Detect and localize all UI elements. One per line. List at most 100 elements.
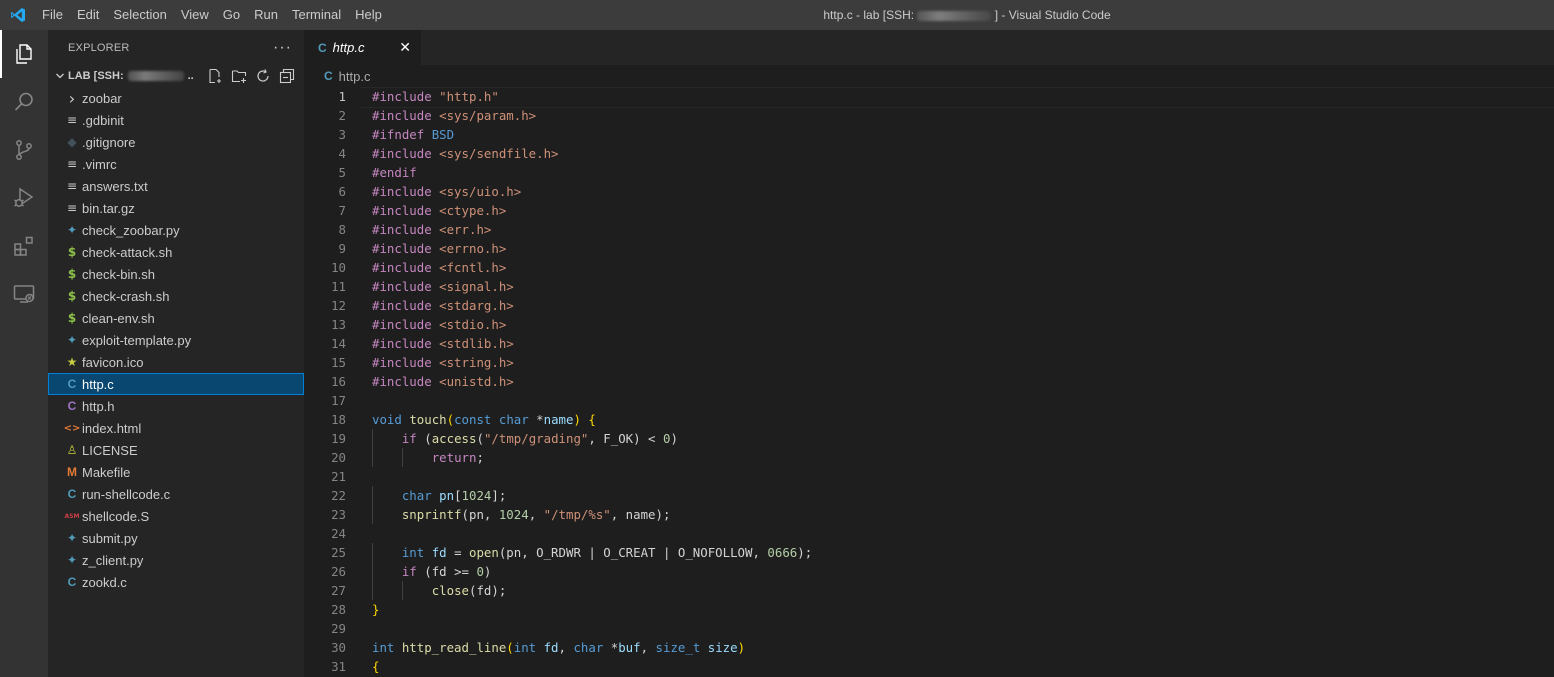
code-token: #include	[372, 374, 440, 389]
file-name: http.h	[82, 398, 115, 414]
menu-help[interactable]: Help	[348, 0, 389, 30]
breadcrumb-item[interactable]: http.c	[339, 69, 371, 84]
line-text: #include <signal.h>	[372, 277, 514, 296]
code-line: 26 if (fd >= 0)	[304, 562, 1554, 581]
file-item[interactable]: $ clean-env.sh	[48, 307, 304, 329]
code-line: 19 if (access("/tmp/grading", F_OK) < 0)	[304, 429, 1554, 448]
code-line: 1 #include "http.h"	[304, 87, 1554, 108]
line-text: char pn[1024];	[372, 486, 506, 505]
file-name: z_client.py	[82, 552, 144, 568]
file-item[interactable]: Czookd.c	[48, 571, 304, 593]
file-item[interactable]: $ check-attack.sh	[48, 241, 304, 263]
search-icon[interactable]	[0, 78, 48, 126]
explorer-icon[interactable]	[0, 30, 48, 78]
file-item[interactable]: ≡ answers.txt	[48, 175, 304, 197]
code-token: <ctype.h>	[439, 203, 507, 218]
file-item[interactable]: ✦ check_zoobar.py	[48, 219, 304, 241]
new-folder-icon[interactable]	[230, 67, 248, 85]
run-debug-icon[interactable]	[0, 174, 48, 222]
tab-http-c[interactable]: C http.c ✕	[304, 30, 421, 65]
line-number: 24	[331, 526, 346, 541]
line-text: {	[372, 657, 379, 676]
file-name: http.c	[82, 376, 114, 392]
refresh-icon[interactable]	[254, 67, 272, 85]
code-token: (pn, O_RDWR | O_CREAT | O_NOFOLLOW,	[498, 545, 768, 560]
code-line: 3 #ifndef BSD	[304, 125, 1554, 144]
file-item[interactable]: ★ favicon.ico	[48, 351, 304, 373]
file-item[interactable]: ✦ z_client.py	[48, 549, 304, 571]
file-name: check-crash.sh	[82, 288, 170, 304]
file-item[interactable]: ✦ submit.py	[48, 527, 304, 549]
code-token: ,	[558, 640, 574, 655]
menu-file[interactable]: File	[35, 0, 70, 30]
extensions-icon[interactable]	[0, 222, 48, 270]
file-item[interactable]: ≡ .gdbinit	[48, 109, 304, 131]
line-text: #include <sys/uio.h>	[372, 182, 521, 201]
menu-selection[interactable]: Selection	[106, 0, 173, 30]
line-number: 21	[331, 469, 346, 484]
line-number: 23	[331, 507, 346, 522]
file-item[interactable]: ≡ bin.tar.gz	[48, 197, 304, 219]
c-file-icon: C	[67, 487, 77, 501]
file-item[interactable]: M Makefile	[48, 461, 304, 483]
file-item[interactable]: Crun-shellcode.c	[48, 483, 304, 505]
line-text: #include <fcntl.h>	[372, 258, 506, 277]
menu-go[interactable]: Go	[216, 0, 247, 30]
menu-terminal[interactable]: Terminal	[285, 0, 348, 30]
code-line: 12 #include <stdarg.h>	[304, 296, 1554, 315]
file-name: .vimrc	[82, 156, 117, 172]
file-item[interactable]: <> index.html	[48, 417, 304, 439]
code-token: size_t	[655, 640, 708, 655]
line-number: 6	[338, 184, 346, 199]
file-name: bin.tar.gz	[82, 200, 135, 216]
workspace-folder[interactable]: LAB [SSH: ..	[48, 65, 304, 87]
file-name: zookd.c	[82, 574, 127, 590]
shell-dollar-icon: $	[67, 245, 77, 259]
code-token: ,	[640, 640, 656, 655]
code-token: )	[483, 564, 492, 579]
code-token: <signal.h>	[439, 279, 514, 294]
code-token: char	[573, 640, 611, 655]
code-token: <sys/uio.h>	[439, 184, 522, 199]
code-line: 15 #include <string.h>	[304, 353, 1554, 372]
menu-edit[interactable]: Edit	[70, 0, 106, 30]
remote-explorer-icon[interactable]	[0, 270, 48, 318]
collapse-all-icon[interactable]	[278, 67, 296, 85]
code-line: 6 #include <sys/uio.h>	[304, 182, 1554, 201]
tab-bar: C http.c ✕	[304, 30, 1554, 65]
code-token: #include	[372, 108, 440, 123]
file-item[interactable]: Chttp.c	[48, 373, 304, 395]
c-file-icon: C	[324, 69, 333, 83]
indent-guide	[372, 581, 373, 600]
line-number: 15	[331, 355, 346, 370]
window-title-suffix: ] - Visual Studio Code	[994, 8, 1111, 22]
code-editor[interactable]: 1 #include "http.h" 2 #include <sys/param.h…	[304, 87, 1554, 676]
source-control-icon[interactable]	[0, 126, 48, 174]
file-item[interactable]: ✦ exploit-template.py	[48, 329, 304, 351]
code-token: if	[401, 431, 425, 446]
file-item[interactable]: $ check-crash.sh	[48, 285, 304, 307]
file-item[interactable]: $ check-bin.sh	[48, 263, 304, 285]
code-token: =	[446, 545, 469, 560]
indent-guide	[402, 581, 404, 600]
code-token: name	[543, 412, 574, 427]
line-number: 3	[338, 127, 346, 142]
close-icon[interactable]: ✕	[399, 39, 411, 56]
file-item[interactable]: ◆ .gitignore	[48, 131, 304, 153]
line-number: 26	[331, 564, 346, 579]
menu-run[interactable]: Run	[247, 0, 285, 30]
line-number: 28	[331, 602, 346, 617]
file-name: run-shellcode.c	[82, 486, 171, 502]
line-text: #include "http.h"	[372, 87, 499, 106]
line-text: void touch(const char *name) {	[372, 410, 596, 429]
folder-item[interactable]: › zoobar	[48, 87, 304, 109]
new-file-icon[interactable]	[206, 67, 224, 85]
file-item[interactable]: ≡ .vimrc	[48, 153, 304, 175]
c-file-icon: C	[67, 377, 77, 391]
file-item[interactable]: ♙ LICENSE	[48, 439, 304, 461]
line-text: if (access("/tmp/grading", F_OK) < 0)	[372, 429, 678, 448]
more-actions-icon[interactable]: ···	[273, 39, 292, 57]
file-item[interactable]: Chttp.h	[48, 395, 304, 417]
menu-view[interactable]: View	[174, 0, 216, 30]
file-item[interactable]: ASM shellcode.S	[48, 505, 304, 527]
